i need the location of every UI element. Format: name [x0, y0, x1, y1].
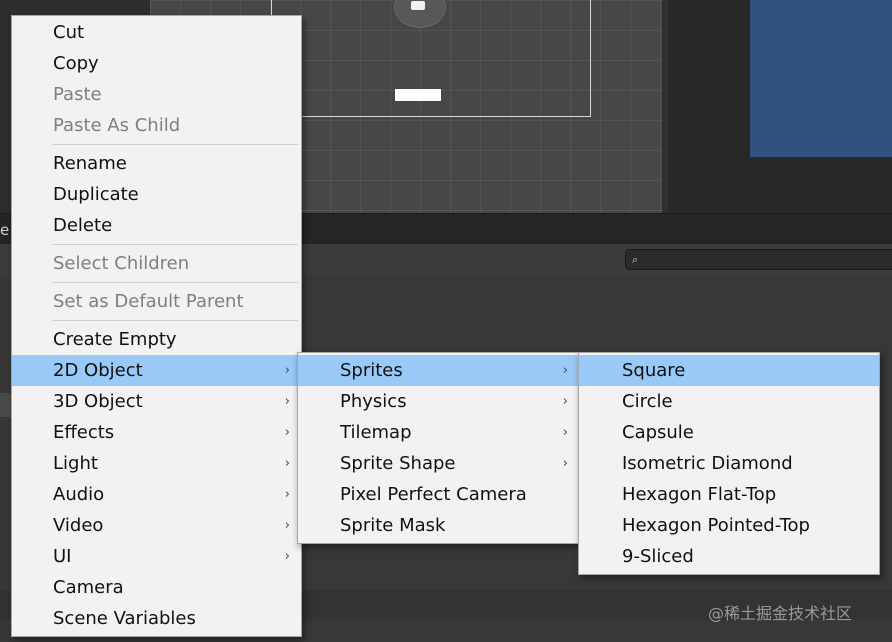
- menu-item-copy[interactable]: Copy: [12, 48, 301, 79]
- submenu-item-physics[interactable]: Physics ›: [298, 386, 579, 417]
- menu-item-label: Paste As Child: [53, 115, 181, 136]
- menu-item-audio[interactable]: Audio ›: [12, 479, 301, 510]
- menu-item-label: Scene Variables: [53, 608, 196, 629]
- menu-item-2d-object[interactable]: 2D Object ›: [12, 355, 301, 386]
- chevron-right-icon: ›: [284, 518, 290, 533]
- magnifier-icon: ⌕: [632, 253, 639, 266]
- menu-separator: [52, 282, 298, 283]
- menu-separator: [52, 144, 298, 145]
- submenu-item-sprite-mask[interactable]: Sprite Mask: [298, 510, 579, 541]
- menu-item-label: Sprite Mask: [340, 515, 446, 536]
- sprite-paddle[interactable]: [395, 89, 441, 101]
- chevron-right-icon: ›: [562, 456, 568, 471]
- submenu-item-pixel-perfect-camera[interactable]: Pixel Perfect Camera: [298, 479, 579, 510]
- game-view-preview: [750, 0, 892, 157]
- menu-item-camera[interactable]: Camera: [12, 572, 301, 603]
- chevron-right-icon: ›: [562, 363, 568, 378]
- menu-item-light[interactable]: Light ›: [12, 448, 301, 479]
- chevron-right-icon: ›: [284, 549, 290, 564]
- menu-item-scene-variables[interactable]: Scene Variables: [12, 603, 301, 634]
- menu-item-label: Hexagon Pointed-Top: [622, 515, 810, 536]
- menu-item-3d-object[interactable]: 3D Object ›: [12, 386, 301, 417]
- menu-item-label: Rename: [53, 153, 127, 174]
- sprite-item-circle[interactable]: Circle: [579, 386, 879, 417]
- menu-item-label: Isometric Diamond: [622, 453, 793, 474]
- menu-item-cut[interactable]: Cut: [12, 17, 301, 48]
- menu-item-paste-as-child: Paste As Child: [12, 110, 301, 141]
- menu-item-label: Effects: [53, 422, 115, 443]
- menu-item-rename[interactable]: Rename: [12, 148, 301, 179]
- menu-item-label: Physics: [340, 391, 407, 412]
- menu-item-label: Sprites: [340, 360, 403, 381]
- menu-item-label: Cut: [53, 22, 85, 43]
- menu-item-duplicate[interactable]: Duplicate: [12, 179, 301, 210]
- menu-separator: [52, 320, 298, 321]
- menu-item-label: Duplicate: [53, 184, 139, 205]
- menu-item-label: Camera: [53, 577, 124, 598]
- menu-item-label: 3D Object: [53, 391, 143, 412]
- partial-tab-label: e: [0, 221, 10, 239]
- menu-item-label: Tilemap: [340, 422, 412, 443]
- menu-separator: [52, 244, 298, 245]
- submenu-item-sprite-shape[interactable]: Sprite Shape ›: [298, 448, 579, 479]
- menu-item-label: Circle: [622, 391, 673, 412]
- watermark: @稀土掘金技术社区: [708, 604, 853, 623]
- menu-item-set-as-default-parent: Set as Default Parent: [12, 286, 301, 317]
- menu-item-video[interactable]: Video ›: [12, 510, 301, 541]
- chevron-right-icon: ›: [284, 487, 290, 502]
- chevron-right-icon: ›: [562, 425, 568, 440]
- sprite-item-hexagon-pointed-top[interactable]: Hexagon Pointed-Top: [579, 510, 879, 541]
- menu-item-paste: Paste: [12, 79, 301, 110]
- menu-item-label: UI: [53, 546, 72, 567]
- menu-item-label: Hexagon Flat-Top: [622, 484, 777, 505]
- chevron-right-icon: ›: [284, 425, 290, 440]
- menu-item-label: 2D Object: [53, 360, 143, 381]
- menu-item-delete[interactable]: Delete: [12, 210, 301, 241]
- search-input[interactable]: ⌕: [625, 249, 892, 270]
- chevron-right-icon: ›: [284, 363, 290, 378]
- menu-item-label: Audio: [53, 484, 105, 505]
- context-menu: Cut Copy Paste Paste As Child Rename Duplicat…: [11, 15, 302, 637]
- menu-item-label: Capsule: [622, 422, 694, 443]
- menu-item-select-children: Select Children: [12, 248, 301, 279]
- chevron-right-icon: ›: [562, 394, 568, 409]
- menu-item-label: Create Empty: [53, 329, 177, 350]
- sprite-item-isometric-diamond[interactable]: Isometric Diamond: [579, 448, 879, 479]
- submenu-item-sprites[interactable]: Sprites ›: [298, 355, 579, 386]
- menu-item-label: Set as Default Parent: [53, 291, 244, 312]
- menu-item-ui[interactable]: UI ›: [12, 541, 301, 572]
- submenu-item-tilemap[interactable]: Tilemap ›: [298, 417, 579, 448]
- menu-item-create-empty[interactable]: Create Empty: [12, 324, 301, 355]
- sprite-item-hexagon-flat-top[interactable]: Hexagon Flat-Top: [579, 479, 879, 510]
- menu-item-label: Video: [53, 515, 104, 536]
- menu-item-label: Select Children: [53, 253, 190, 274]
- menu-item-label: Pixel Perfect Camera: [340, 484, 527, 505]
- menu-item-label: Paste: [53, 84, 102, 105]
- menu-item-label: Sprite Shape: [340, 453, 456, 474]
- chevron-right-icon: ›: [284, 456, 290, 471]
- menu-item-label: Delete: [53, 215, 113, 236]
- sprites-submenu: Square Circle Capsule Isometric Diamond Hexa…: [578, 352, 880, 575]
- sprite-item-square[interactable]: Square: [579, 355, 879, 386]
- menu-item-label: Light: [53, 453, 98, 474]
- 2d-object-submenu: Sprites › Physics › Tilemap › Sprite Shape › Pix…: [297, 352, 580, 544]
- menu-item-effects[interactable]: Effects ›: [12, 417, 301, 448]
- menu-item-label: Square: [622, 360, 686, 381]
- menu-item-label: Copy: [53, 53, 99, 74]
- chevron-right-icon: ›: [284, 394, 290, 409]
- sprite-item-capsule[interactable]: Capsule: [579, 417, 879, 448]
- sprite-item-9-sliced[interactable]: 9-Sliced: [579, 541, 879, 572]
- menu-item-label: 9-Sliced: [622, 546, 694, 567]
